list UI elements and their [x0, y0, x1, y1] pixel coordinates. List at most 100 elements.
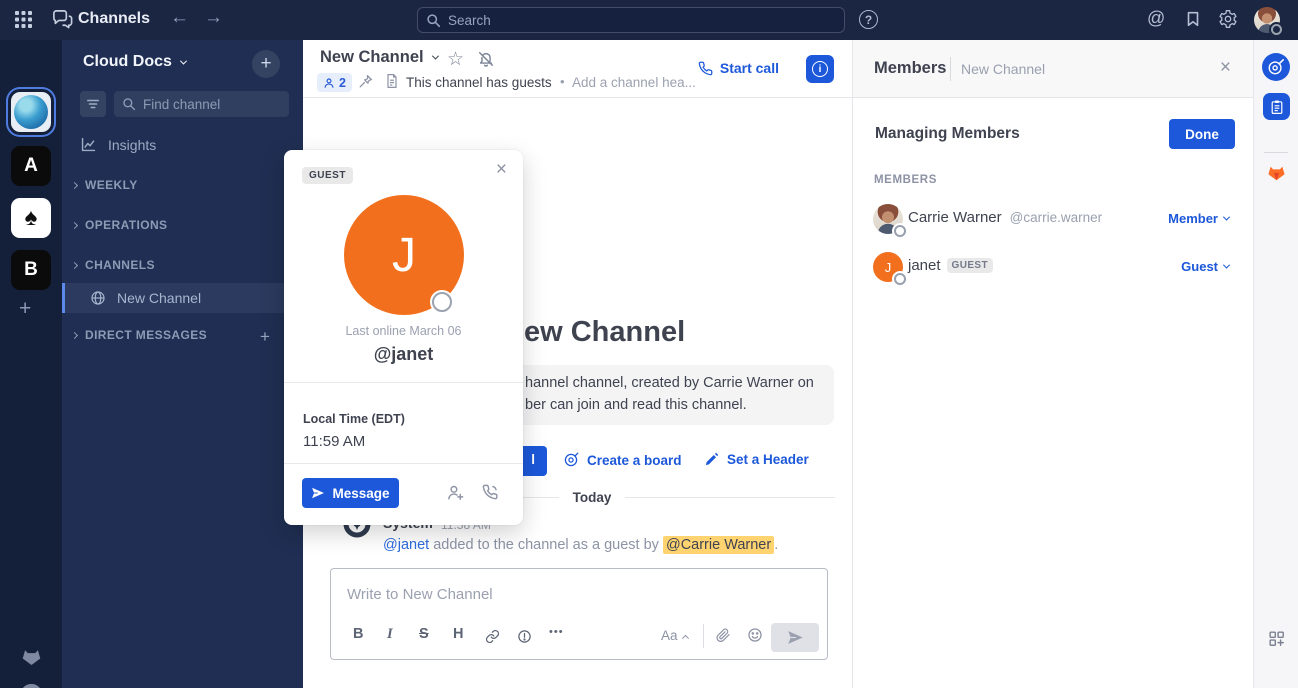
show-formatting-button[interactable]: Aa	[661, 628, 688, 643]
call-icon[interactable]	[481, 483, 500, 502]
bold-button[interactable]: B	[353, 626, 363, 642]
globe-team-icon	[14, 95, 48, 129]
sidebar-section-direct-messages[interactable]: DIRECT MESSAGES	[72, 328, 207, 342]
sidebar-section-channels[interactable]: CHANNELS	[72, 258, 155, 272]
strikethrough-button[interactable]: S	[419, 626, 429, 642]
add-channel-button[interactable]: +	[252, 50, 280, 78]
chevron-right-icon	[71, 331, 78, 338]
status-indicator	[894, 273, 906, 285]
chevron-right-icon	[71, 181, 78, 188]
user-status-indicator	[1271, 24, 1282, 35]
search-icon	[122, 97, 136, 111]
chevron-down-icon	[180, 57, 187, 64]
done-button[interactable]: Done	[1169, 119, 1235, 149]
team-globe[interactable]	[11, 92, 51, 132]
close-icon[interactable]: ×	[1220, 57, 1231, 79]
sidebar-item-insights[interactable]: Insights	[80, 136, 156, 153]
add-to-channel-icon[interactable]	[446, 483, 465, 502]
chevron-up-icon	[681, 635, 688, 642]
chevron-down-icon	[1223, 262, 1230, 269]
sidebar-section-operations[interactable]: OPERATIONS	[72, 218, 167, 232]
add-direct-message-button[interactable]: +	[260, 327, 270, 347]
sidebar-section-weekly[interactable]: WEEKLY	[72, 178, 138, 192]
spade-icon: ♠	[25, 204, 38, 232]
team-spade[interactable]: ♠	[11, 198, 51, 238]
message-input[interactable]	[331, 569, 827, 619]
member-row-carrie[interactable]: Carrie Warner@carrie.warner Member	[853, 198, 1253, 246]
history-forward-icon[interactable]: →	[204, 7, 223, 29]
channels-product-icon	[51, 8, 74, 31]
pin-icon[interactable]	[357, 74, 373, 90]
last-online-text: Last online March 06	[284, 324, 523, 338]
mentions-icon[interactable]: @	[1147, 8, 1165, 29]
carrie-mention-highlight[interactable]: @Carrie Warner	[663, 536, 774, 554]
sidebar-item-new-channel[interactable]: New Channel	[62, 283, 303, 313]
panel-title: Members	[874, 59, 946, 78]
set-header-button[interactable]: Set a Header	[704, 452, 809, 467]
team-a[interactable]: A	[11, 146, 51, 186]
playbooks-app-icon[interactable]	[1263, 93, 1290, 120]
create-board-button[interactable]: Create a board	[563, 452, 682, 468]
boards-app-icon[interactable]	[1262, 53, 1290, 81]
more-formatting-button[interactable]: •••	[549, 626, 564, 638]
app-bar	[1253, 40, 1298, 688]
saved-posts-icon[interactable]	[1184, 10, 1202, 28]
person-icon	[323, 77, 335, 89]
help-icon[interactable]: ?	[859, 10, 878, 29]
apps-grid-icon[interactable]	[14, 10, 33, 29]
chevron-right-icon	[71, 261, 78, 268]
channel-info-button[interactable]: i	[806, 55, 834, 83]
emoji-smiley-icon[interactable]	[747, 627, 763, 643]
member-count-badge[interactable]: 2	[317, 73, 352, 92]
find-channel-box[interactable]	[114, 91, 289, 117]
heading-button[interactable]: H	[453, 626, 463, 642]
channel-header: New Channel ☆ 2 This channel has guests …	[303, 40, 852, 98]
members-panel-header: Members New Channel ×	[853, 40, 1253, 98]
guest-badge: GUEST	[947, 258, 993, 273]
team-b[interactable]: B	[11, 250, 51, 290]
close-icon[interactable]: ×	[496, 159, 507, 181]
message-button[interactable]: Message	[302, 478, 399, 508]
link-button[interactable]	[485, 629, 500, 644]
global-header: Channels ← → ? @	[0, 0, 1298, 40]
italic-button[interactable]: I	[387, 626, 393, 643]
team-menu[interactable]: Cloud Docs	[83, 53, 186, 71]
app-window: Channels ← → ? @ A ♠ B +	[0, 0, 1298, 688]
chevron-right-icon	[71, 221, 78, 228]
status-indicator	[432, 292, 452, 312]
add-team-button[interactable]: +	[19, 297, 31, 321]
attachment-paperclip-icon[interactable]	[715, 627, 731, 643]
insights-chart-icon	[80, 136, 97, 153]
user-avatar[interactable]	[1254, 7, 1280, 33]
send-button[interactable]	[771, 623, 819, 652]
favorite-star-icon[interactable]: ☆	[447, 48, 464, 71]
username: @janet	[284, 344, 523, 365]
settings-gear-icon[interactable]	[1218, 9, 1238, 29]
github-icon[interactable]	[19, 682, 43, 688]
product-title: Channels	[78, 10, 150, 28]
role-dropdown-guest[interactable]: Guest	[1181, 259, 1229, 274]
janet-mention-link[interactable]: @janet	[383, 537, 429, 553]
mute-bell-off-icon[interactable]	[477, 50, 495, 68]
global-search[interactable]	[417, 7, 845, 33]
chevron-down-icon	[1223, 214, 1230, 221]
search-input[interactable]	[448, 13, 836, 28]
history-back-icon[interactable]: ←	[170, 7, 189, 29]
gitlab-app-icon[interactable]	[1265, 161, 1288, 183]
pencil-icon	[704, 452, 719, 467]
priority-button[interactable]	[517, 629, 532, 644]
globe-channel-icon	[90, 290, 106, 306]
local-time-value: 11:59 AM	[303, 433, 365, 450]
add-channel-header-link[interactable]: Add a channel hea...	[572, 75, 696, 90]
local-time-label: Local Time (EDT)	[303, 412, 405, 426]
start-call-button[interactable]: Start call	[698, 60, 779, 76]
add-apps-icon[interactable]	[1267, 629, 1286, 648]
member-row-janet[interactable]: J janetGUEST Guest	[853, 246, 1253, 294]
role-dropdown-member[interactable]: Member	[1168, 211, 1229, 226]
find-channel-input[interactable]	[143, 97, 281, 112]
guests-indicator: This channel has guests	[406, 75, 552, 90]
channel-name-menu[interactable]: New Channel	[320, 48, 438, 67]
gitlab-icon[interactable]	[19, 644, 44, 668]
channel-filter-icon[interactable]	[80, 91, 106, 117]
channel-file-icon[interactable]	[384, 73, 400, 89]
